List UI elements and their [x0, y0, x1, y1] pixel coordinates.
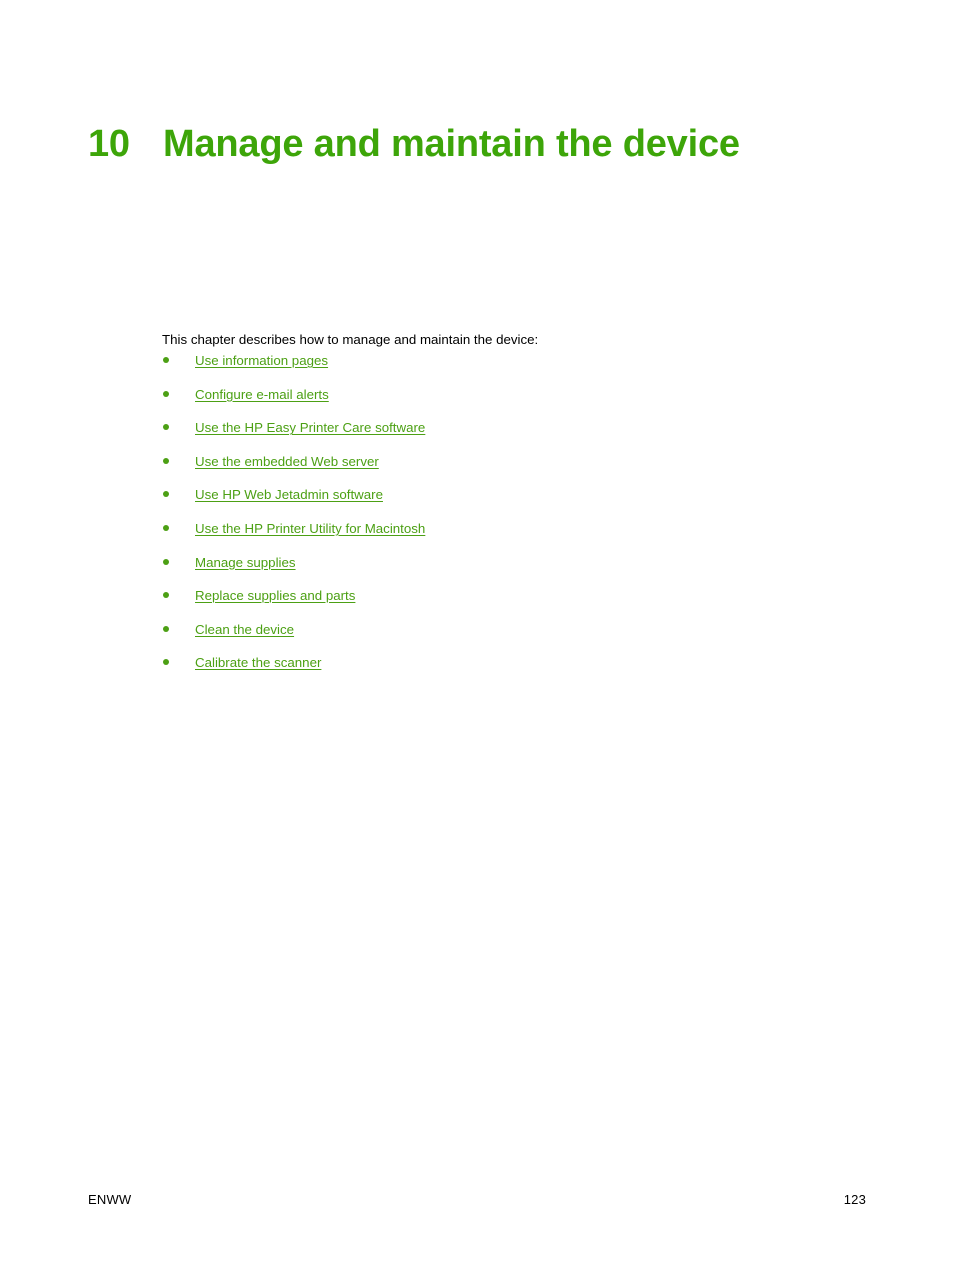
bullet-icon: [163, 625, 169, 632]
bullet-icon: [163, 524, 169, 531]
list-item: Replace supplies and parts: [162, 587, 822, 621]
bullet-icon: [163, 592, 169, 599]
bullet-icon: [163, 558, 169, 565]
chapter-link[interactable]: Use the HP Printer Utility for Macintosh: [195, 521, 425, 536]
list-item: Clean the device: [162, 621, 822, 655]
bullet-icon: [163, 357, 169, 363]
chapter-link[interactable]: Use HP Web Jetadmin software: [195, 487, 383, 502]
chapter-title: Manage and maintain the device: [163, 123, 740, 166]
chapter-link[interactable]: Use information pages: [195, 353, 328, 368]
bullet-icon: [163, 457, 169, 464]
page-number: 123: [843, 1192, 866, 1207]
chapter-link[interactable]: Clean the device: [195, 622, 294, 637]
chapter-link[interactable]: Configure e-mail alerts: [195, 387, 329, 402]
chapter-link[interactable]: Replace supplies and parts: [195, 588, 355, 603]
page-title: 10 Manage and maintain the device: [88, 121, 740, 167]
chapter-link[interactable]: Calibrate the scanner: [195, 655, 321, 670]
list-item: Use the embedded Web server: [162, 453, 822, 487]
list-item: Calibrate the scanner: [162, 654, 822, 688]
list-item: Configure e-mail alerts: [162, 386, 822, 420]
chapter-link[interactable]: Manage supplies: [195, 555, 296, 570]
page-footer: ENWW 123: [88, 1192, 866, 1207]
list-item: Use the HP Easy Printer Care software: [162, 419, 822, 453]
bullet-icon: [163, 491, 169, 498]
chapter-number: 10: [88, 123, 130, 166]
chapter-link[interactable]: Use the HP Easy Printer Care software: [195, 420, 425, 435]
list-item: Use HP Web Jetadmin software: [162, 486, 822, 520]
intro-paragraph: This chapter describes how to manage and…: [162, 332, 539, 348]
document-page: 10 Manage and maintain the device This c…: [0, 0, 954, 1270]
bullet-icon: [163, 424, 169, 431]
chapter-link[interactable]: Use the embedded Web server: [195, 454, 379, 469]
list-item: Use information pages: [162, 352, 822, 386]
bullet-icon: [163, 390, 169, 397]
footer-locale-label: ENWW: [88, 1192, 132, 1207]
bullet-icon: [163, 659, 169, 666]
chapter-contents-list: Use information pages Configure e-mail a…: [162, 352, 822, 688]
list-item: Use the HP Printer Utility for Macintosh: [162, 520, 822, 554]
list-item: Manage supplies: [162, 554, 822, 588]
